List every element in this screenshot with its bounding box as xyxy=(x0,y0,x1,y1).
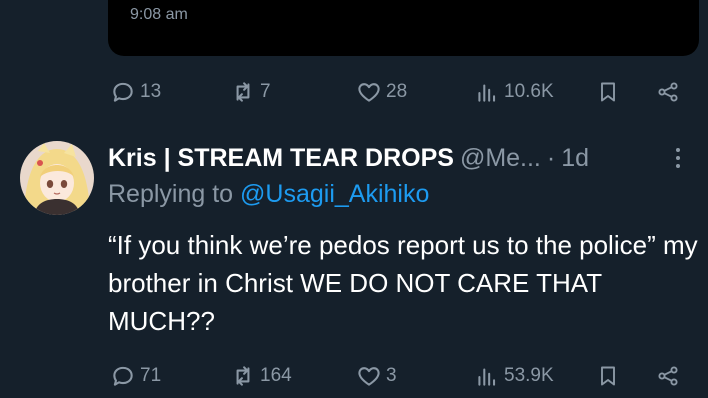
bookmark-button[interactable] xyxy=(596,74,620,110)
tweet-header: Kris | STREAM TEAR DROPS @Me... · 1d xyxy=(108,140,698,176)
user-handle[interactable]: @Me... xyxy=(460,144,541,173)
bookmark-icon xyxy=(601,82,615,102)
repost-count: 164 xyxy=(260,365,292,386)
replying-to: Replying to @Usagii_Akihiko xyxy=(108,180,429,209)
like-count: 28 xyxy=(386,81,408,102)
avatar-illustration xyxy=(20,141,94,215)
analytics-icon xyxy=(478,84,496,102)
repost-button[interactable]: 164 xyxy=(230,358,292,394)
view-count: 10.6K xyxy=(504,81,554,102)
heart-icon xyxy=(358,83,380,102)
like-button[interactable]: 28 xyxy=(356,74,407,110)
share-icon xyxy=(658,366,678,386)
quoted-tweet-card[interactable]: 9:08 am xyxy=(108,0,699,56)
action-bar-top: 13 7 28 10.6K xyxy=(0,74,708,110)
bookmark-icon xyxy=(601,366,615,386)
replying-to-label: Replying to xyxy=(108,180,241,208)
reply-icon xyxy=(113,82,133,102)
display-name[interactable]: Kris | STREAM TEAR DROPS xyxy=(108,144,454,173)
reply-count: 71 xyxy=(140,365,162,386)
avatar[interactable] xyxy=(20,141,94,215)
tweet-time[interactable]: 1d xyxy=(561,144,589,173)
share-icon xyxy=(658,82,678,102)
reply-button[interactable]: 71 xyxy=(110,358,161,394)
share-button[interactable] xyxy=(656,358,680,394)
repost-icon xyxy=(236,82,250,102)
like-count: 3 xyxy=(386,365,397,386)
bookmark-button[interactable] xyxy=(596,358,620,394)
repost-icon xyxy=(236,366,250,386)
quoted-tweet-time: 9:08 am xyxy=(130,6,188,23)
reply-icon xyxy=(113,366,133,386)
view-count: 53.9K xyxy=(504,365,554,386)
tweet-text: “If you think we’re pedos report us to t… xyxy=(108,230,698,336)
reply-button[interactable]: 13 xyxy=(110,74,161,110)
repost-button[interactable]: 7 xyxy=(230,74,271,110)
views-button[interactable]: 53.9K xyxy=(474,358,554,394)
views-button[interactable]: 10.6K xyxy=(474,74,554,110)
more-icon xyxy=(676,148,680,152)
heart-icon xyxy=(358,367,380,386)
replying-to-handle[interactable]: @Usagii_Akihiko xyxy=(240,180,429,208)
repost-count: 7 xyxy=(260,81,271,102)
reply-count: 13 xyxy=(140,81,162,102)
action-bar-bottom: 71 164 3 53.9K xyxy=(0,358,708,394)
separator-dot: · xyxy=(546,143,556,172)
like-button[interactable]: 3 xyxy=(356,358,397,394)
analytics-icon xyxy=(478,368,496,386)
more-options-button[interactable] xyxy=(668,144,688,172)
share-button[interactable] xyxy=(656,74,680,110)
